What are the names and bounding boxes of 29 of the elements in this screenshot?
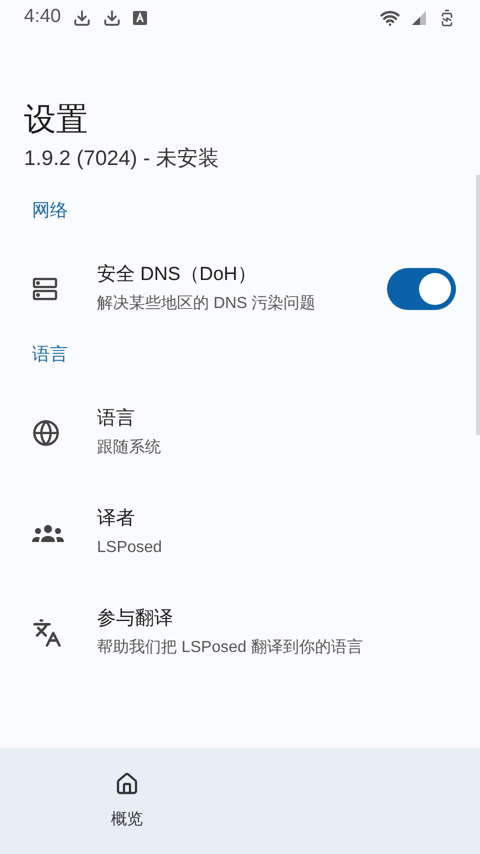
- people-icon: [32, 524, 64, 542]
- section-header: 语言: [32, 343, 68, 366]
- page-title: 设置: [24, 100, 89, 139]
- download-icon: [102, 8, 121, 26]
- settings-item[interactable]: 参与翻译 帮助我们把 LSPosed 翻译到你的语言: [0, 582, 476, 682]
- globe-icon: [32, 418, 60, 446]
- settings-item[interactable]: 译者 LSPosed: [0, 482, 476, 582]
- version-text: 1.9.2 (7024) - 未安装: [24, 146, 220, 172]
- settings-item[interactable]: 语言 跟随系统: [0, 382, 476, 482]
- section-header: 网络: [32, 199, 68, 222]
- item-title: 安全 DNS（DoH）: [97, 263, 258, 288]
- item-summary: 跟随系统: [97, 438, 162, 458]
- signal-icon: [412, 10, 426, 24]
- download-icon: [72, 8, 91, 26]
- item-title: 译者: [97, 507, 136, 532]
- status-time: 4:40: [24, 5, 61, 30]
- scrollbar[interactable]: [476, 174, 480, 434]
- settings-item[interactable]: 安全 DNS（DoH） 解决某些地区的 DNS 污染问题: [0, 238, 476, 338]
- server-icon: [32, 276, 58, 300]
- item-title: 参与翻译: [97, 607, 174, 632]
- keyboard-notification-icon: [132, 10, 147, 24]
- item-summary: 帮助我们把 LSPosed 翻译到你的语言: [97, 638, 364, 658]
- toggle-switch[interactable]: [387, 268, 456, 310]
- item-summary: LSPosed: [97, 538, 163, 558]
- home-icon: [115, 772, 139, 796]
- item-summary: 解决某些地区的 DNS 污染问题: [97, 294, 317, 314]
- item-title: 语言: [97, 407, 136, 432]
- translate-icon: [32, 618, 62, 648]
- nav-item[interactable]: 概览: [0, 748, 254, 854]
